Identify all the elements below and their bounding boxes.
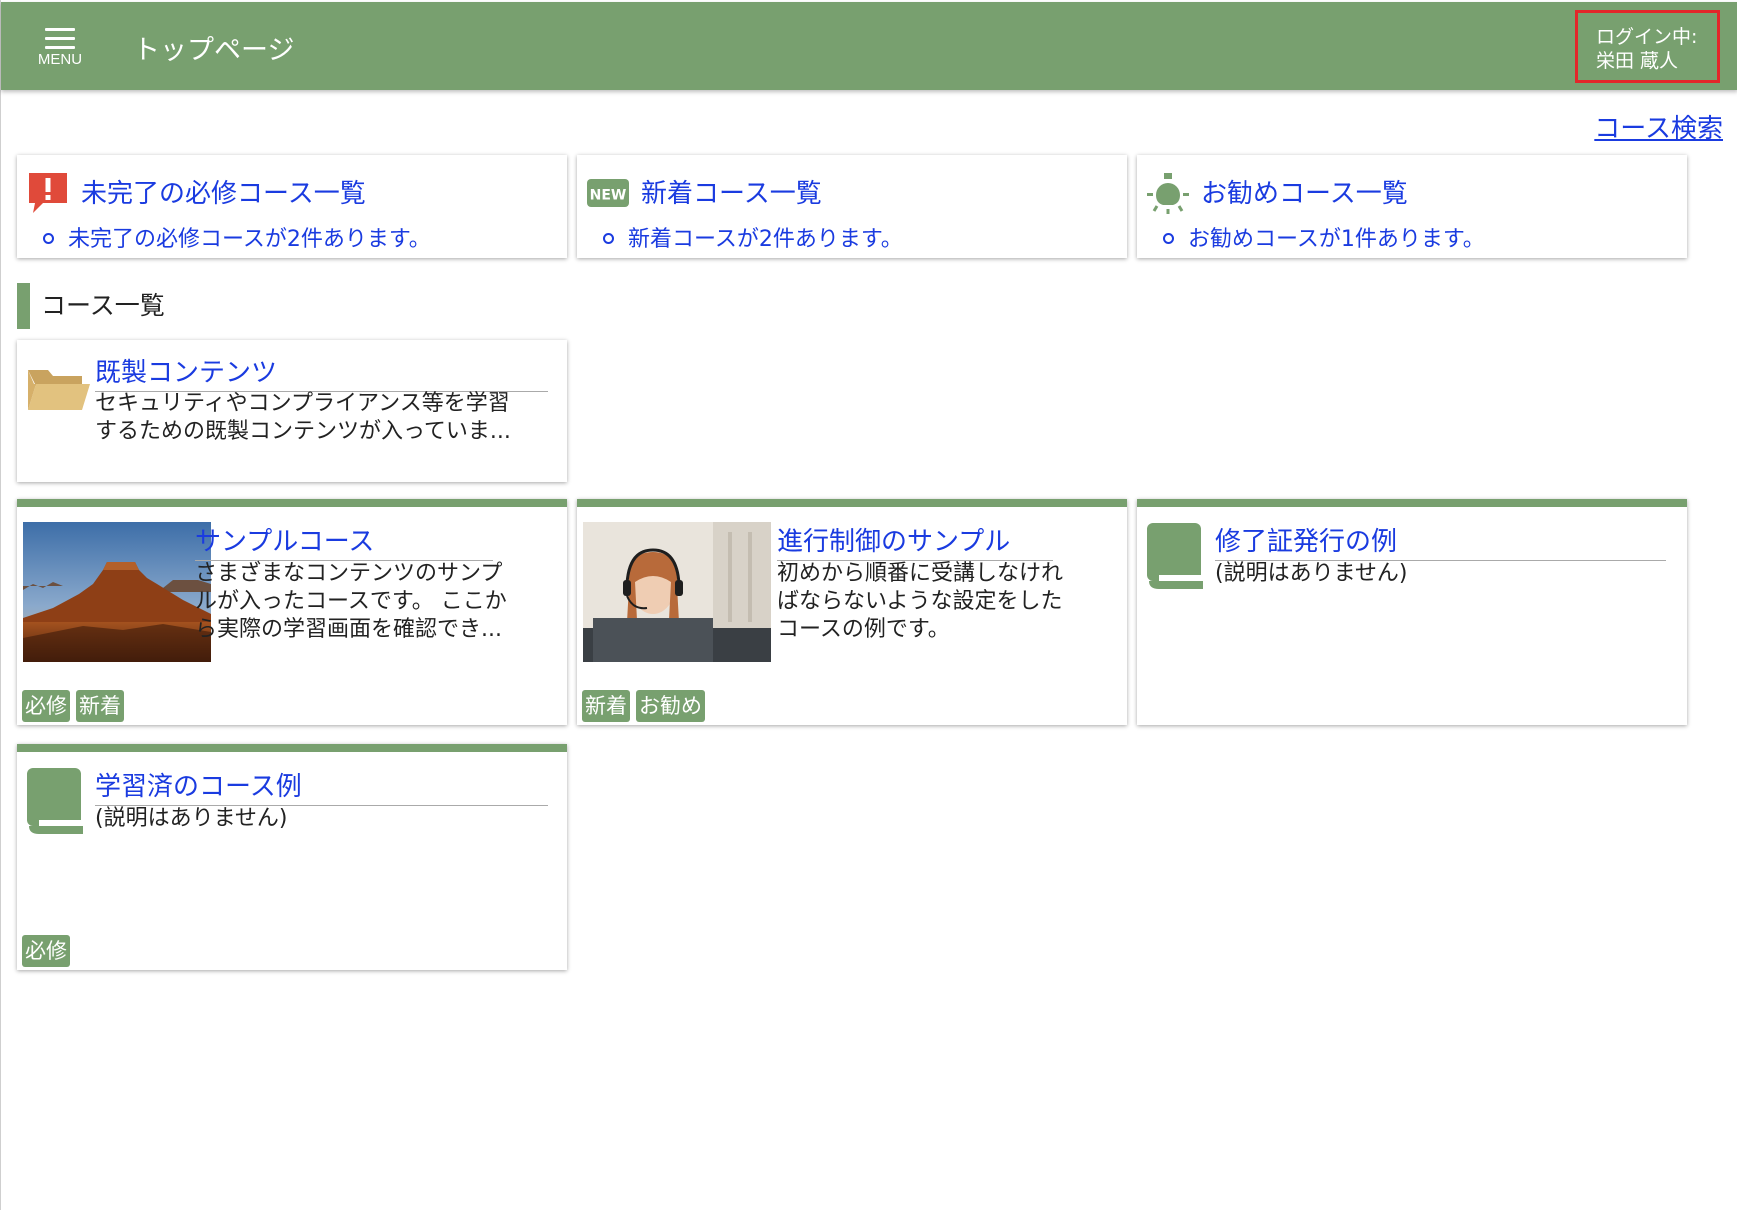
summary-card-recommended: お勧めコース一覧 お勧めコースが1件あります。 [1137,155,1687,258]
tag-new: 新着 [582,690,630,722]
course-description-line: (説明はありません) [1215,561,1408,586]
course-description-line: 初めから順番に受講しなけれ [777,561,1064,586]
course-card-sample[interactable]: サンプルコース さまざまなコンテンツのサンプ ルが入ったコースです。 ここか ら… [17,499,567,725]
page-frame: MENU トップページ ログイン中: 栄田 蔵人 コース検索 未完了の必修コース… [0,0,1737,1210]
course-title-link[interactable]: 進行制御のサンプル [777,521,1053,561]
course-list-heading: コース一覧 [17,283,165,329]
app-header: MENU トップページ ログイン中: 栄田 蔵人 [1,2,1737,90]
summary-card-incomplete-required: 未完了の必修コース一覧 未完了の必修コースが2件あります。 [17,155,567,258]
svg-text:NEW: NEW [590,188,627,204]
new-badge-icon: NEW [587,179,629,207]
user-name: 栄田 蔵人 [1596,50,1679,72]
new-courses-count-link[interactable]: 新着コースが2件あります。 [603,221,903,253]
course-title-link[interactable]: 修了証発行の例 [1215,521,1666,561]
incomplete-required-list-link[interactable]: 未完了の必修コース一覧 [81,173,366,210]
incomplete-required-count-text: 未完了の必修コースが2件あります。 [68,227,431,252]
headset-woman-image [583,522,771,662]
book-icon [27,768,83,834]
folder-description: セキュリティやコンプライアンス等を学習 するための既製コンテンツが入っていま..… [95,390,511,446]
folder-card-prebuilt-content[interactable]: 既製コンテンツ セキュリティやコンプライアンス等を学習 するための既製コンテンツ… [17,340,567,482]
login-label: ログイン中: [1596,26,1698,48]
folder-description-line: するための既製コンテンツが入っていま... [95,419,511,444]
tag-required: 必修 [22,690,70,722]
page-title: トップページ [133,35,295,66]
alert-icon [29,173,67,213]
course-description: (説明はありません) [95,805,288,833]
folder-title-link[interactable]: 既製コンテンツ [95,352,548,392]
tag-recommended: お勧め [636,690,705,722]
tag-new: 新着 [76,690,124,722]
course-description: 初めから順番に受講しなけれ ばならないような設定をした コースの例です。 [777,560,1063,644]
menu-label: MENU [37,51,83,68]
course-description-line: ばならないような設定をした [777,589,1063,614]
bullet-icon [43,232,54,244]
course-card-certificate[interactable]: 修了証発行の例 (説明はありません) [1137,499,1687,725]
hamburger-icon [45,28,75,49]
course-tags: 新着 お勧め [582,690,705,722]
recommended-courses-count-text: お勧めコースが1件あります。 [1188,227,1485,252]
menu-button[interactable]: MENU [35,28,85,78]
login-status[interactable]: ログイン中: 栄田 蔵人 [1575,10,1720,83]
folder-icon [28,370,90,410]
course-description-line: (説明はありません) [95,806,288,831]
recommended-courses-count-link[interactable]: お勧めコースが1件あります。 [1163,221,1485,253]
course-description-line: ら実際の学習画面を確認でき... [195,617,502,642]
new-courses-count-text: 新着コースが2件あります。 [628,227,903,252]
course-card-completed[interactable]: 学習済のコース例 (説明はありません) 必修 [17,744,567,970]
new-courses-list-link[interactable]: 新着コース一覧 [641,173,822,210]
incomplete-required-count-link[interactable]: 未完了の必修コースが2件あります。 [43,221,431,253]
course-search-link[interactable]: コース検索 [1594,108,1723,145]
course-tags: 必修 [22,935,70,967]
course-description: (説明はありません) [1215,560,1408,588]
bullet-icon [603,232,614,244]
folder-description-line: セキュリティやコンプライアンス等を学習 [95,391,510,416]
bullet-icon [1163,232,1174,244]
course-description: さまざまなコンテンツのサンプ ルが入ったコースです。 ここか ら実際の学習画面を… [195,560,507,644]
course-title-link[interactable]: 学習済のコース例 [95,766,548,806]
tag-required: 必修 [22,935,70,967]
course-description-line: さまざまなコンテンツのサンプ [195,561,503,586]
course-description-line: コースの例です。 [777,617,950,642]
course-card-progress-control[interactable]: 進行制御のサンプル 初めから順番に受講しなけれ ばならないような設定をした コー… [577,499,1127,725]
summary-card-new: NEW 新着コース一覧 新着コースが2件あります。 [577,155,1127,258]
recommended-courses-list-link[interactable]: お勧めコース一覧 [1201,173,1408,210]
lightbulb-icon [1147,173,1189,214]
desert-landscape-image [23,522,211,662]
course-tags: 必修 新着 [22,690,124,722]
course-title-link[interactable]: サンプルコース [195,521,493,561]
book-icon [1147,523,1203,589]
course-description-line: ルが入ったコースです。 ここか [195,589,507,614]
